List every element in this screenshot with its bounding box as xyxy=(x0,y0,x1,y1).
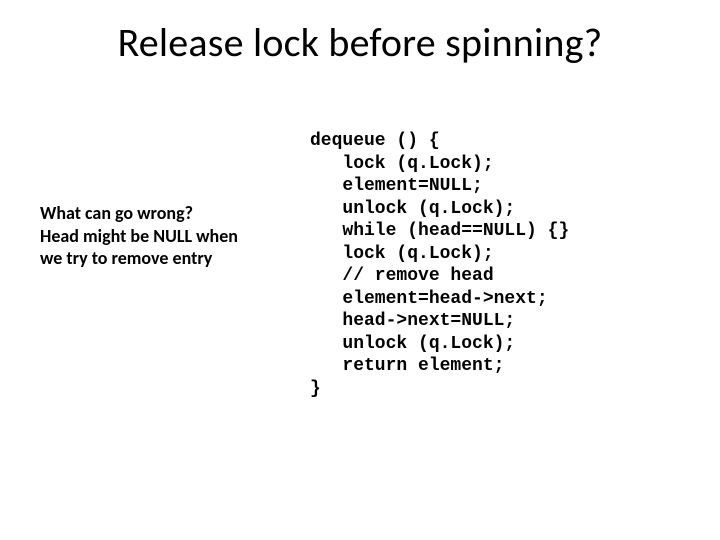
right-column: dequeue () { lock (q.Lock); element=NULL… xyxy=(310,130,690,500)
slide-title: Release lock before spinning? xyxy=(0,18,720,67)
slide-body: What can go wrong? Head might be NULL wh… xyxy=(40,130,690,500)
note-line-1: What can go wrong? xyxy=(40,202,193,224)
note-line-2: Head might be NULL when xyxy=(40,225,238,247)
wrong-note: What can go wrong? Head might be NULL wh… xyxy=(40,202,300,270)
code-block: dequeue () { lock (q.Lock); element=NULL… xyxy=(310,130,690,400)
slide: Release lock before spinning? What can g… xyxy=(0,0,720,540)
left-column: What can go wrong? Head might be NULL wh… xyxy=(40,130,310,500)
note-line-3: we try to remove entry xyxy=(40,247,212,269)
